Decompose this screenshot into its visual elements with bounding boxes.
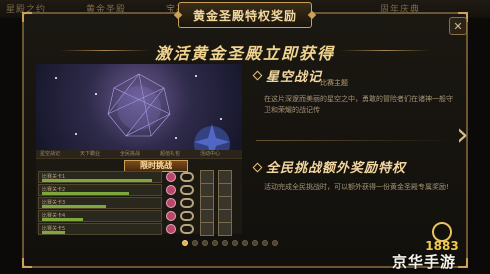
headline: 激活黄金圣殿立即获得 (154, 44, 335, 63)
preview-tab-strip: 星空战记 天下霸业 全民挑战 超值礼包 活动中心 (36, 150, 242, 158)
page-dot[interactable] (242, 240, 248, 246)
feature-subtitle: 比赛主题 (320, 79, 348, 87)
page-dot[interactable] (272, 240, 278, 246)
reward-badge-icon (166, 198, 176, 208)
link-icon (180, 224, 194, 234)
pagination-dots (182, 240, 278, 246)
reward-slot (200, 196, 214, 210)
preview-tab: 全民挑战 (120, 151, 141, 157)
corner-ornament (22, 258, 32, 268)
event-row: 比赛关卡2 (38, 184, 162, 196)
preview-tab: 活动中心 (200, 151, 221, 157)
event-row-progress (42, 192, 129, 195)
close-icon: ✕ (453, 19, 463, 33)
event-row: 比赛关卡4 (38, 210, 162, 222)
event-label: 限时挑战 (140, 161, 172, 170)
next-page-button[interactable]: › (456, 118, 474, 152)
star-map-art (55, 73, 230, 150)
event-row-progress (42, 231, 65, 234)
reward-slot (218, 222, 232, 236)
link-icon (180, 198, 194, 208)
event-row: 比赛关卡1 (38, 171, 162, 183)
reward-badge-icon (166, 211, 176, 221)
corner-ornament (22, 12, 32, 22)
page-dot[interactable] (212, 240, 218, 246)
event-row: 比赛关卡5 (38, 223, 162, 235)
preview-tab: 超值礼包 (160, 151, 181, 157)
feature-title: 星空战记 (266, 70, 323, 85)
page-dot[interactable] (222, 240, 228, 246)
reward-slot (218, 183, 232, 197)
page-dot[interactable] (262, 240, 268, 246)
link-icon (180, 185, 194, 195)
link-icon (180, 172, 194, 182)
feature-description: 在这片深邃而美丽的星空之中，勇敢的冒险者们在诸神一般守卫和荣耀的战记传 (264, 95, 453, 114)
corner-ornament (458, 258, 468, 268)
event-row-progress (42, 179, 152, 182)
preview-tab: 天下霸业 (80, 151, 101, 157)
page-dot[interactable] (202, 240, 208, 246)
dialog-title: 黄金圣殿特权奖励 (192, 8, 297, 23)
page-dot[interactable] (252, 240, 258, 246)
reward-slot (218, 170, 232, 184)
close-button[interactable]: ✕ (449, 17, 467, 35)
preview-tab: 星空战记 (40, 151, 61, 157)
link-icon (180, 211, 194, 221)
event-row-progress (42, 205, 106, 208)
event-row: 比赛关卡3 (38, 197, 162, 209)
reward-slot (200, 170, 214, 184)
reward-badge-icon (166, 172, 176, 182)
page-dot[interactable] (182, 240, 188, 246)
reward-slot (200, 183, 214, 197)
preview-image (36, 64, 242, 150)
dialog-title-plate: 黄金圣殿特权奖励 (178, 2, 312, 28)
watermark-text: 京华手游 (392, 253, 457, 271)
watermark-logo: 1883 (425, 222, 459, 252)
reward-badge-icon (166, 185, 176, 195)
reward-slot (200, 209, 214, 223)
event-row-progress (42, 218, 83, 221)
page-dot[interactable] (192, 240, 198, 246)
page-dot[interactable] (232, 240, 238, 246)
feature-divider (256, 140, 452, 141)
reward-slot (218, 209, 232, 223)
chevron-right-icon: › (456, 115, 469, 153)
feature-description: 活动完成全民挑战时，可以额外获得一份黄金圣殿专属奖励! (264, 183, 449, 191)
reward-slot (218, 196, 232, 210)
feature-title: 全民挑战额外奖励特权 (266, 161, 407, 176)
reward-slot (200, 222, 214, 236)
reward-badge-icon (166, 224, 176, 234)
